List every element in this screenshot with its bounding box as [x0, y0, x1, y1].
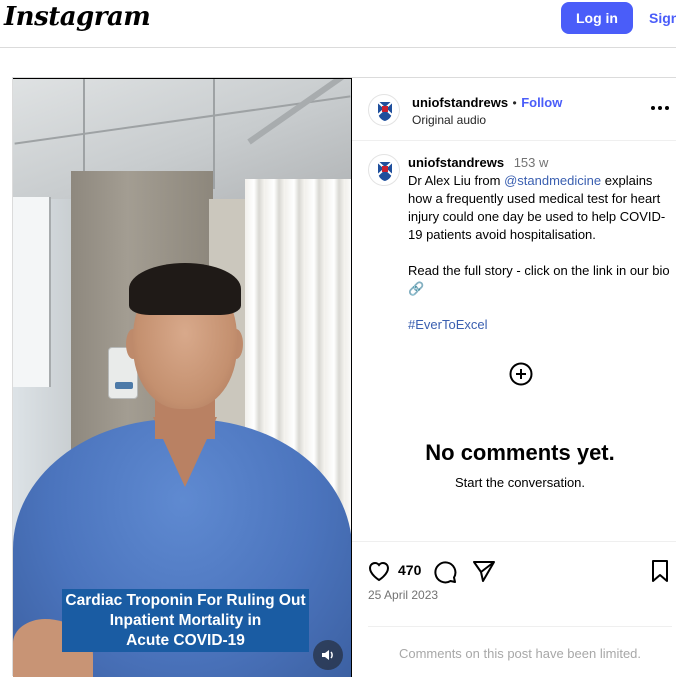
- comment-icon[interactable]: [432, 558, 458, 584]
- post-date[interactable]: 25 April 2023: [368, 588, 438, 602]
- divider: [368, 626, 672, 627]
- caption-line: Acute COVID-19: [126, 632, 245, 649]
- post-container: Cardiac Troponin For Ruling Out Inpatien…: [12, 77, 676, 677]
- link-emoji-icon: 🔗: [408, 281, 425, 296]
- post-actions: 470 25 April 2023 Comments on this post …: [352, 541, 676, 677]
- avatar[interactable]: [368, 94, 400, 126]
- post-side-panel: uniofstandrews • Follow Original audio u…: [352, 78, 676, 677]
- hashtag-link[interactable]: #EverToExcel: [408, 316, 676, 334]
- instagram-logo[interactable]: Instagram: [4, 2, 151, 32]
- caption-username[interactable]: uniofstandrews: [408, 155, 504, 170]
- top-navigation-bar: Instagram Log in Sign up: [0, 0, 676, 48]
- like-count[interactable]: 470: [398, 562, 421, 578]
- separator-dot: •: [512, 96, 517, 110]
- scene-window: [13, 197, 51, 387]
- no-comments-title: No comments yet.: [425, 440, 615, 465]
- caption-text-part: Read the full story - click on the link …: [408, 263, 670, 278]
- signup-link[interactable]: Sign up: [649, 10, 676, 26]
- comments-limited-note: Comments on this post have been limited.: [398, 646, 642, 661]
- more-options-icon: [651, 106, 669, 110]
- university-crest-icon: [377, 101, 393, 121]
- person-vneck: [153, 417, 217, 487]
- more-options-button[interactable]: [650, 100, 670, 114]
- caption-text: Dr Alex Liu from @standmedicine explains…: [408, 172, 676, 244]
- caption-text-part: Dr Alex Liu from: [408, 173, 505, 188]
- bookmark-icon[interactable]: [647, 558, 673, 584]
- caption-paragraph: Read the full story - click on the link …: [408, 262, 676, 298]
- caption-line: Inpatient Mortality in: [109, 612, 262, 629]
- post-header: uniofstandrews • Follow Original audio: [352, 78, 676, 141]
- follow-button[interactable]: Follow: [521, 95, 562, 110]
- heart-icon[interactable]: [366, 558, 392, 584]
- video-player[interactable]: Cardiac Troponin For Ruling Out Inpatien…: [13, 78, 352, 677]
- post-caption: uniofstandrews 153 w Dr Alex Liu from @s…: [408, 154, 676, 334]
- avatar[interactable]: [368, 154, 400, 186]
- caption-line: Cardiac Troponin For Ruling Out: [65, 592, 306, 609]
- university-crest-icon: [377, 161, 393, 181]
- login-button[interactable]: Log in: [561, 2, 633, 34]
- person-hair: [129, 263, 241, 315]
- speaker-icon: [322, 650, 333, 660]
- share-icon[interactable]: [471, 558, 497, 584]
- start-conversation-text: Start the conversation.: [454, 475, 586, 490]
- post-age[interactable]: 153 w: [514, 155, 549, 170]
- mention-link[interactable]: @standmedicine: [504, 173, 601, 188]
- volume-button[interactable]: [313, 640, 343, 670]
- add-comment-icon[interactable]: [509, 362, 533, 386]
- post-author-username[interactable]: uniofstandrews: [412, 95, 508, 110]
- video-caption-overlay: Cardiac Troponin For Ruling Out Inpatien…: [62, 589, 309, 652]
- audio-label[interactable]: Original audio: [412, 113, 486, 127]
